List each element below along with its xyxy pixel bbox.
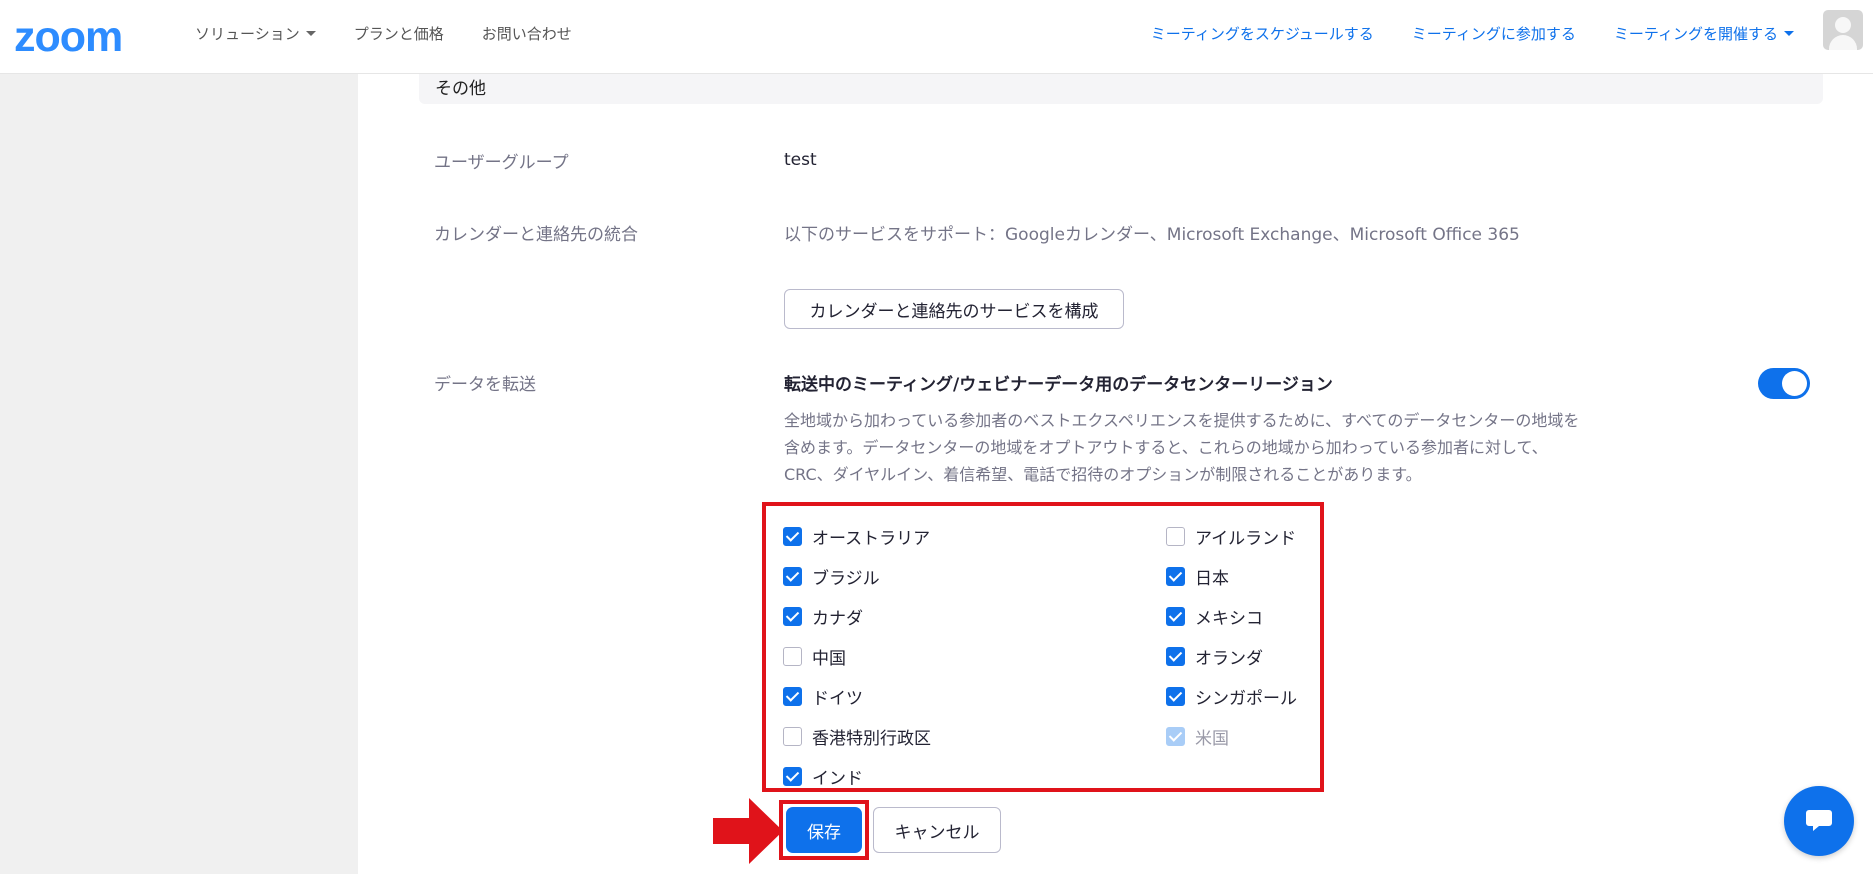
- region-option[interactable]: 中国: [783, 636, 931, 676]
- region-checkbox[interactable]: [1166, 686, 1185, 706]
- chat-button[interactable]: [1784, 786, 1854, 856]
- region-checkbox[interactable]: [783, 526, 802, 546]
- top-nav-bar: zoom ソリューション プランと価格 お問い合わせ ミーティングをスケジュール…: [0, 0, 1873, 74]
- region-label: メキシコ: [1195, 608, 1263, 629]
- region-label: 中国: [812, 648, 846, 669]
- region-label: カナダ: [812, 608, 863, 629]
- description-line: CRC、ダイヤルイン、着信希望、電話で招待のオプションが制限されることがあります…: [784, 465, 1422, 484]
- region-selection-box: オーストラリア ブラジルカナダ中国ドイツ香港特別行政区 インド アイルランド 日本メキ…: [762, 502, 1324, 792]
- cancel-button[interactable]: キャンセル: [873, 807, 1001, 853]
- region-checkbox[interactable]: [1166, 646, 1185, 666]
- region-label: ブラジル: [812, 568, 880, 589]
- zoom-logo[interactable]: zoom: [14, 16, 123, 59]
- nav-schedule-meeting-label: ミーティングをスケジュールする: [1150, 24, 1374, 43]
- region-checkbox: [1166, 726, 1185, 746]
- region-label: オーストラリア: [812, 528, 931, 549]
- nav-join-meeting[interactable]: ミーティングに参加する: [1412, 23, 1576, 44]
- region-checkbox[interactable]: [783, 646, 802, 666]
- nav-right: ミーティングをスケジュールする ミーティングに参加する ミーティングを開催する: [1113, 0, 1794, 66]
- region-checkbox[interactable]: [1166, 566, 1185, 586]
- region-option: 米国: [1166, 716, 1297, 756]
- region-checkbox[interactable]: [1166, 526, 1185, 546]
- region-checkbox[interactable]: [1166, 606, 1185, 626]
- region-option[interactable]: 香港特別行政区: [783, 716, 931, 756]
- nav-solutions-label: ソリューション: [195, 24, 300, 43]
- region-option[interactable]: ドイツ: [783, 676, 931, 716]
- section-title: その他: [435, 79, 486, 99]
- region-label: アイルランド: [1195, 528, 1297, 549]
- nav-contact-label: お問い合わせ: [481, 24, 572, 43]
- nav-join-meeting-label: ミーティングに参加する: [1411, 24, 1576, 43]
- region-label: シンガポール: [1195, 688, 1297, 709]
- region-label: ドイツ: [812, 688, 863, 709]
- nav-host-meeting[interactable]: ミーティングを開催する: [1614, 23, 1794, 44]
- arrow-pointer-icon: [713, 798, 783, 864]
- region-checkbox[interactable]: [783, 566, 802, 586]
- settings-content: その他 ユーザーグループ test カレンダーと連絡先の統合 以下のサービスをサ…: [358, 74, 1873, 874]
- chat-bubble-icon: [1806, 810, 1832, 831]
- nav-solutions[interactable]: ソリューション: [195, 23, 316, 44]
- chevron-down-icon: [305, 30, 316, 36]
- chevron-down-icon: [1784, 30, 1794, 36]
- data-center-setting-title: 転送中のミーティング/ウェビナーデータ用のデータセンターリージョン: [784, 375, 1333, 395]
- region-option[interactable]: アイルランド: [1166, 516, 1297, 556]
- avatar-head-shape: [1835, 17, 1851, 33]
- region-label: 日本: [1195, 568, 1229, 589]
- data-center-description: 全地域から加わっている参加者のベストエクスペリエンスを提供するために、すべてのデ…: [784, 407, 1664, 488]
- calendar-integration-desc: 以下のサービスをサポート：Googleカレンダー、Microsoft Excha…: [784, 225, 1520, 245]
- region-option[interactable]: オランダ: [1166, 636, 1297, 676]
- region-label: オランダ: [1195, 648, 1263, 669]
- nav-left: ソリューション プランと価格 お問い合わせ: [195, 0, 610, 66]
- configure-calendar-button[interactable]: カレンダーと連絡先のサービスを構成: [784, 289, 1124, 329]
- nav-schedule-meeting[interactable]: ミーティングをスケジュールする: [1151, 23, 1374, 44]
- region-checkbox[interactable]: [783, 686, 802, 706]
- region-checkbox[interactable]: [783, 606, 802, 626]
- region-label: 香港特別行政区: [812, 728, 931, 749]
- description-line: 含めます。データセンターの地域をオプトアウトすると、これらの地域から加わっている…: [784, 438, 1548, 457]
- region-option[interactable]: メキシコ: [1166, 596, 1297, 636]
- nav-plans-pricing[interactable]: プランと価格: [354, 23, 444, 44]
- avatar-body-shape: [1829, 35, 1857, 50]
- nav-plans-pricing-label: プランと価格: [353, 24, 444, 43]
- description-line: 全地域から加わっている参加者のベストエクスペリエンスを提供するために、すべてのデ…: [784, 411, 1580, 430]
- region-option[interactable]: 日本: [1166, 556, 1297, 596]
- region-column-left: オーストラリア ブラジルカナダ中国ドイツ香港特別行政区 インド: [783, 516, 931, 796]
- section-header-bar: [419, 74, 1823, 104]
- region-checkbox[interactable]: [783, 726, 802, 746]
- region-label: 米国: [1195, 728, 1229, 749]
- region-option[interactable]: シンガポール: [1166, 676, 1297, 716]
- region-checkbox[interactable]: [783, 766, 802, 786]
- user-group-value: test: [784, 150, 817, 170]
- avatar[interactable]: [1823, 10, 1863, 50]
- data-center-toggle[interactable]: [1758, 368, 1810, 399]
- calendar-integration-label: カレンダーと連絡先の統合: [434, 225, 638, 245]
- data-transfer-label: データを転送: [434, 375, 536, 395]
- region-option[interactable]: カナダ: [783, 596, 931, 636]
- user-group-label: ユーザーグループ: [434, 153, 569, 173]
- toggle-knob: [1782, 371, 1807, 396]
- save-button[interactable]: 保存: [786, 807, 862, 853]
- nav-contact[interactable]: お問い合わせ: [482, 23, 572, 44]
- region-option[interactable]: インド: [783, 756, 931, 796]
- region-label: インド: [812, 768, 863, 789]
- region-column-right: アイルランド 日本メキシコオランダシンガポール 米国: [1166, 516, 1297, 756]
- region-option[interactable]: オーストラリア: [783, 516, 931, 556]
- region-option[interactable]: ブラジル: [783, 556, 931, 596]
- nav-host-meeting-label: ミーティングを開催する: [1613, 24, 1778, 43]
